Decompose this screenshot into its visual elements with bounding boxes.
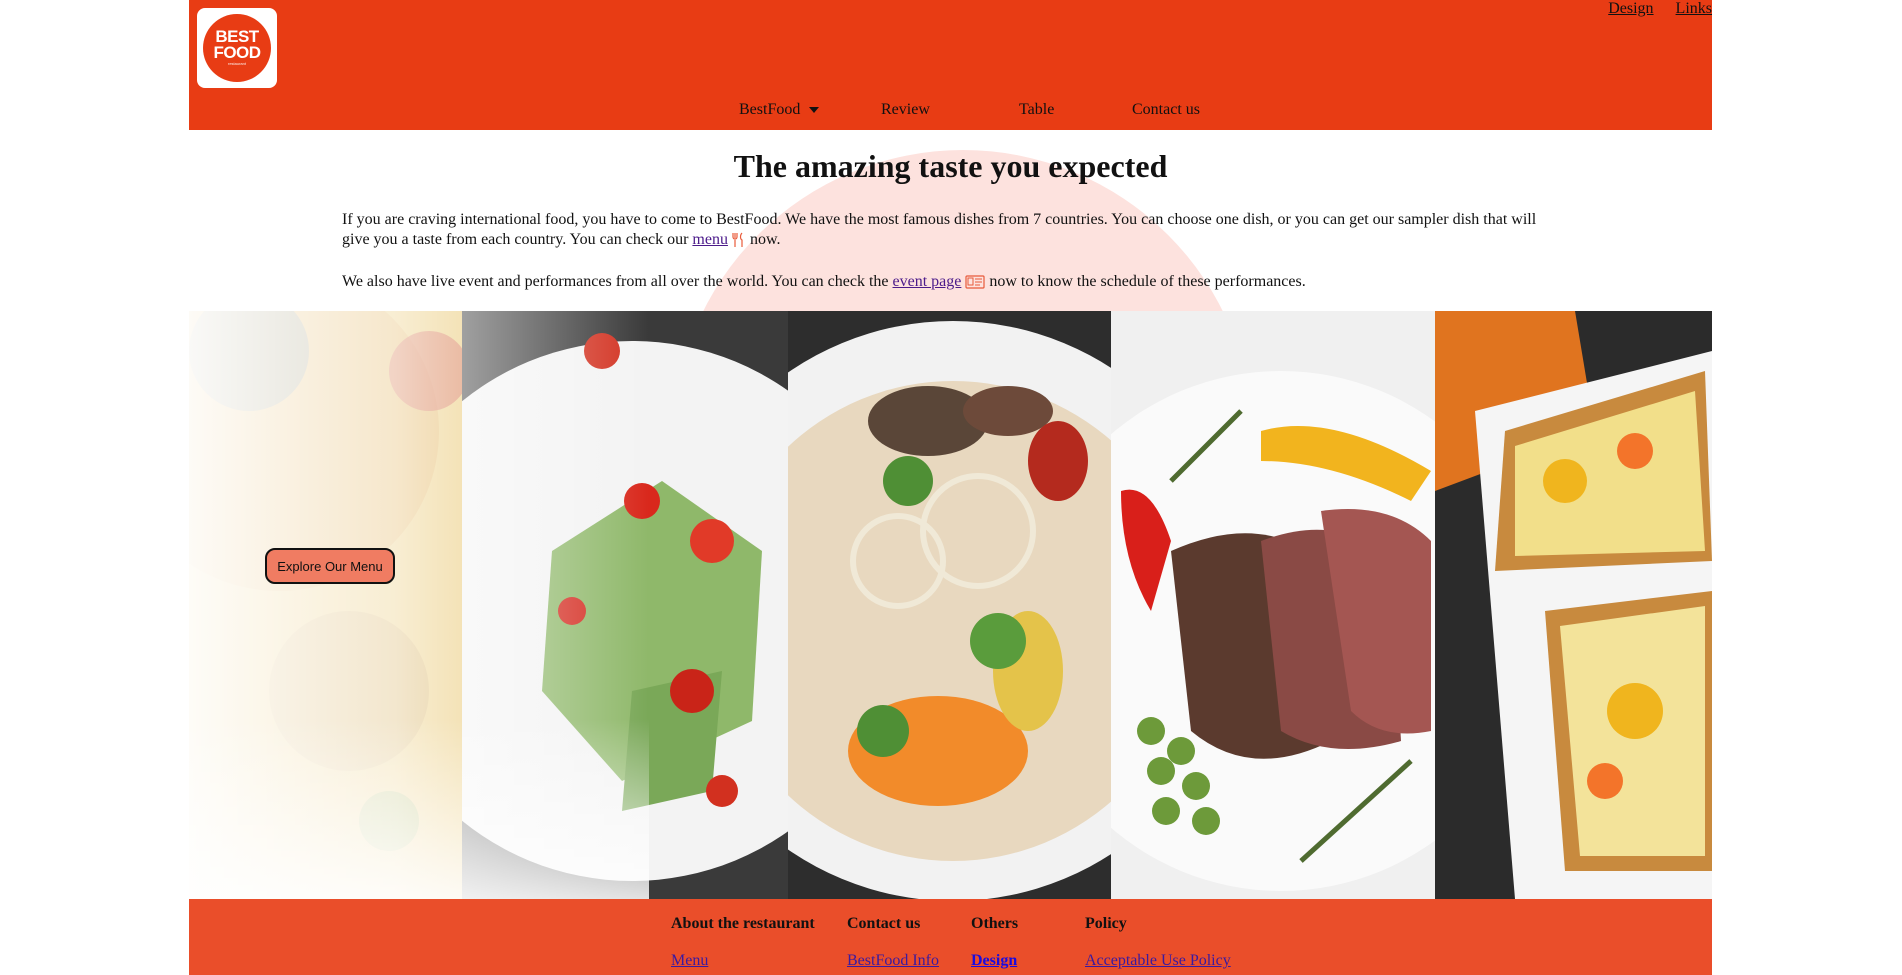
footer-heading: Others [971,915,1019,932]
footer-link-menu[interactable]: Menu [671,951,815,971]
logo[interactable]: BEST FOOD restaurant [197,8,277,88]
footer-heading: About the restaurant [671,915,815,932]
nav-item-table[interactable]: Table [1019,101,1054,119]
intro-text-2-tail: now to know the schedule of these perfor… [985,273,1306,290]
menu-link[interactable]: menu [692,231,746,248]
page-title: The amazing taste you expected [733,148,1168,184]
event-icon [965,275,985,289]
page: BEST FOOD restaurant Design Links BestFo… [189,0,1712,975]
top-link-design[interactable]: Design [1608,0,1653,17]
menu-link-label: menu [692,231,728,248]
cutlery-icon [732,232,743,248]
footer-link-design[interactable]: Design [971,951,1018,971]
hero-image-steak [1111,311,1435,899]
event-link-label: event page [892,273,962,290]
explore-menu-button[interactable]: Explore Our Menu [265,548,395,584]
intro-paragraph-1: If you are craving international food, y… [342,210,1542,250]
nav-item-review[interactable]: Review [881,101,930,119]
nav-item-contact[interactable]: Contact us [1132,101,1200,119]
main-nav: BestFood Review Table Contact us [189,101,1712,123]
top-links: Design Links [1590,0,1712,18]
footer-link-info[interactable]: BestFood Info [847,951,939,971]
footer-heading: Policy [1085,915,1127,932]
logo-word-2: FOOD [213,43,261,62]
intro-text-1-tail: now. [745,231,781,248]
intro-paragraph-2: We also have live event and performances… [342,272,1542,292]
logo-badge: BEST FOOD restaurant [203,14,271,82]
footer-col-about: About the restaurant Menu [671,915,815,971]
hero-image-quiche [1435,311,1712,899]
footer-col-policy: Policy Acceptable Use Policy [1085,915,1231,971]
nav-item-bestfood[interactable]: BestFood [739,101,820,119]
chevron-down-icon [809,107,820,114]
site-header: BEST FOOD restaurant Design Links BestFo… [189,0,1712,130]
logo-tagline: restaurant [227,61,246,66]
hero-fade-bottom [189,719,649,899]
quiche-image [1435,311,1712,899]
steak-image [1111,311,1435,899]
hero-banner: Explore Our Menu [189,311,1712,899]
footer-col-others: Others Design [971,915,1018,971]
site-footer: About the restaurant Menu Contact us Bes… [189,899,1712,975]
nav-label: BestFood [739,101,801,118]
top-link-links[interactable]: Links [1676,0,1712,17]
footer-col-contact: Contact us BestFood Info [847,915,939,971]
intro-text-1: If you are craving international food, y… [342,211,1537,248]
noodle-soup-image [788,311,1111,899]
event-page-link[interactable]: event page [893,273,986,290]
footer-heading: Contact us [847,915,921,932]
footer-link-aup[interactable]: Acceptable Use Policy [1085,951,1231,971]
intro-text-2: We also have live event and performances… [342,273,893,290]
hero-image-noodle-soup [788,311,1111,899]
